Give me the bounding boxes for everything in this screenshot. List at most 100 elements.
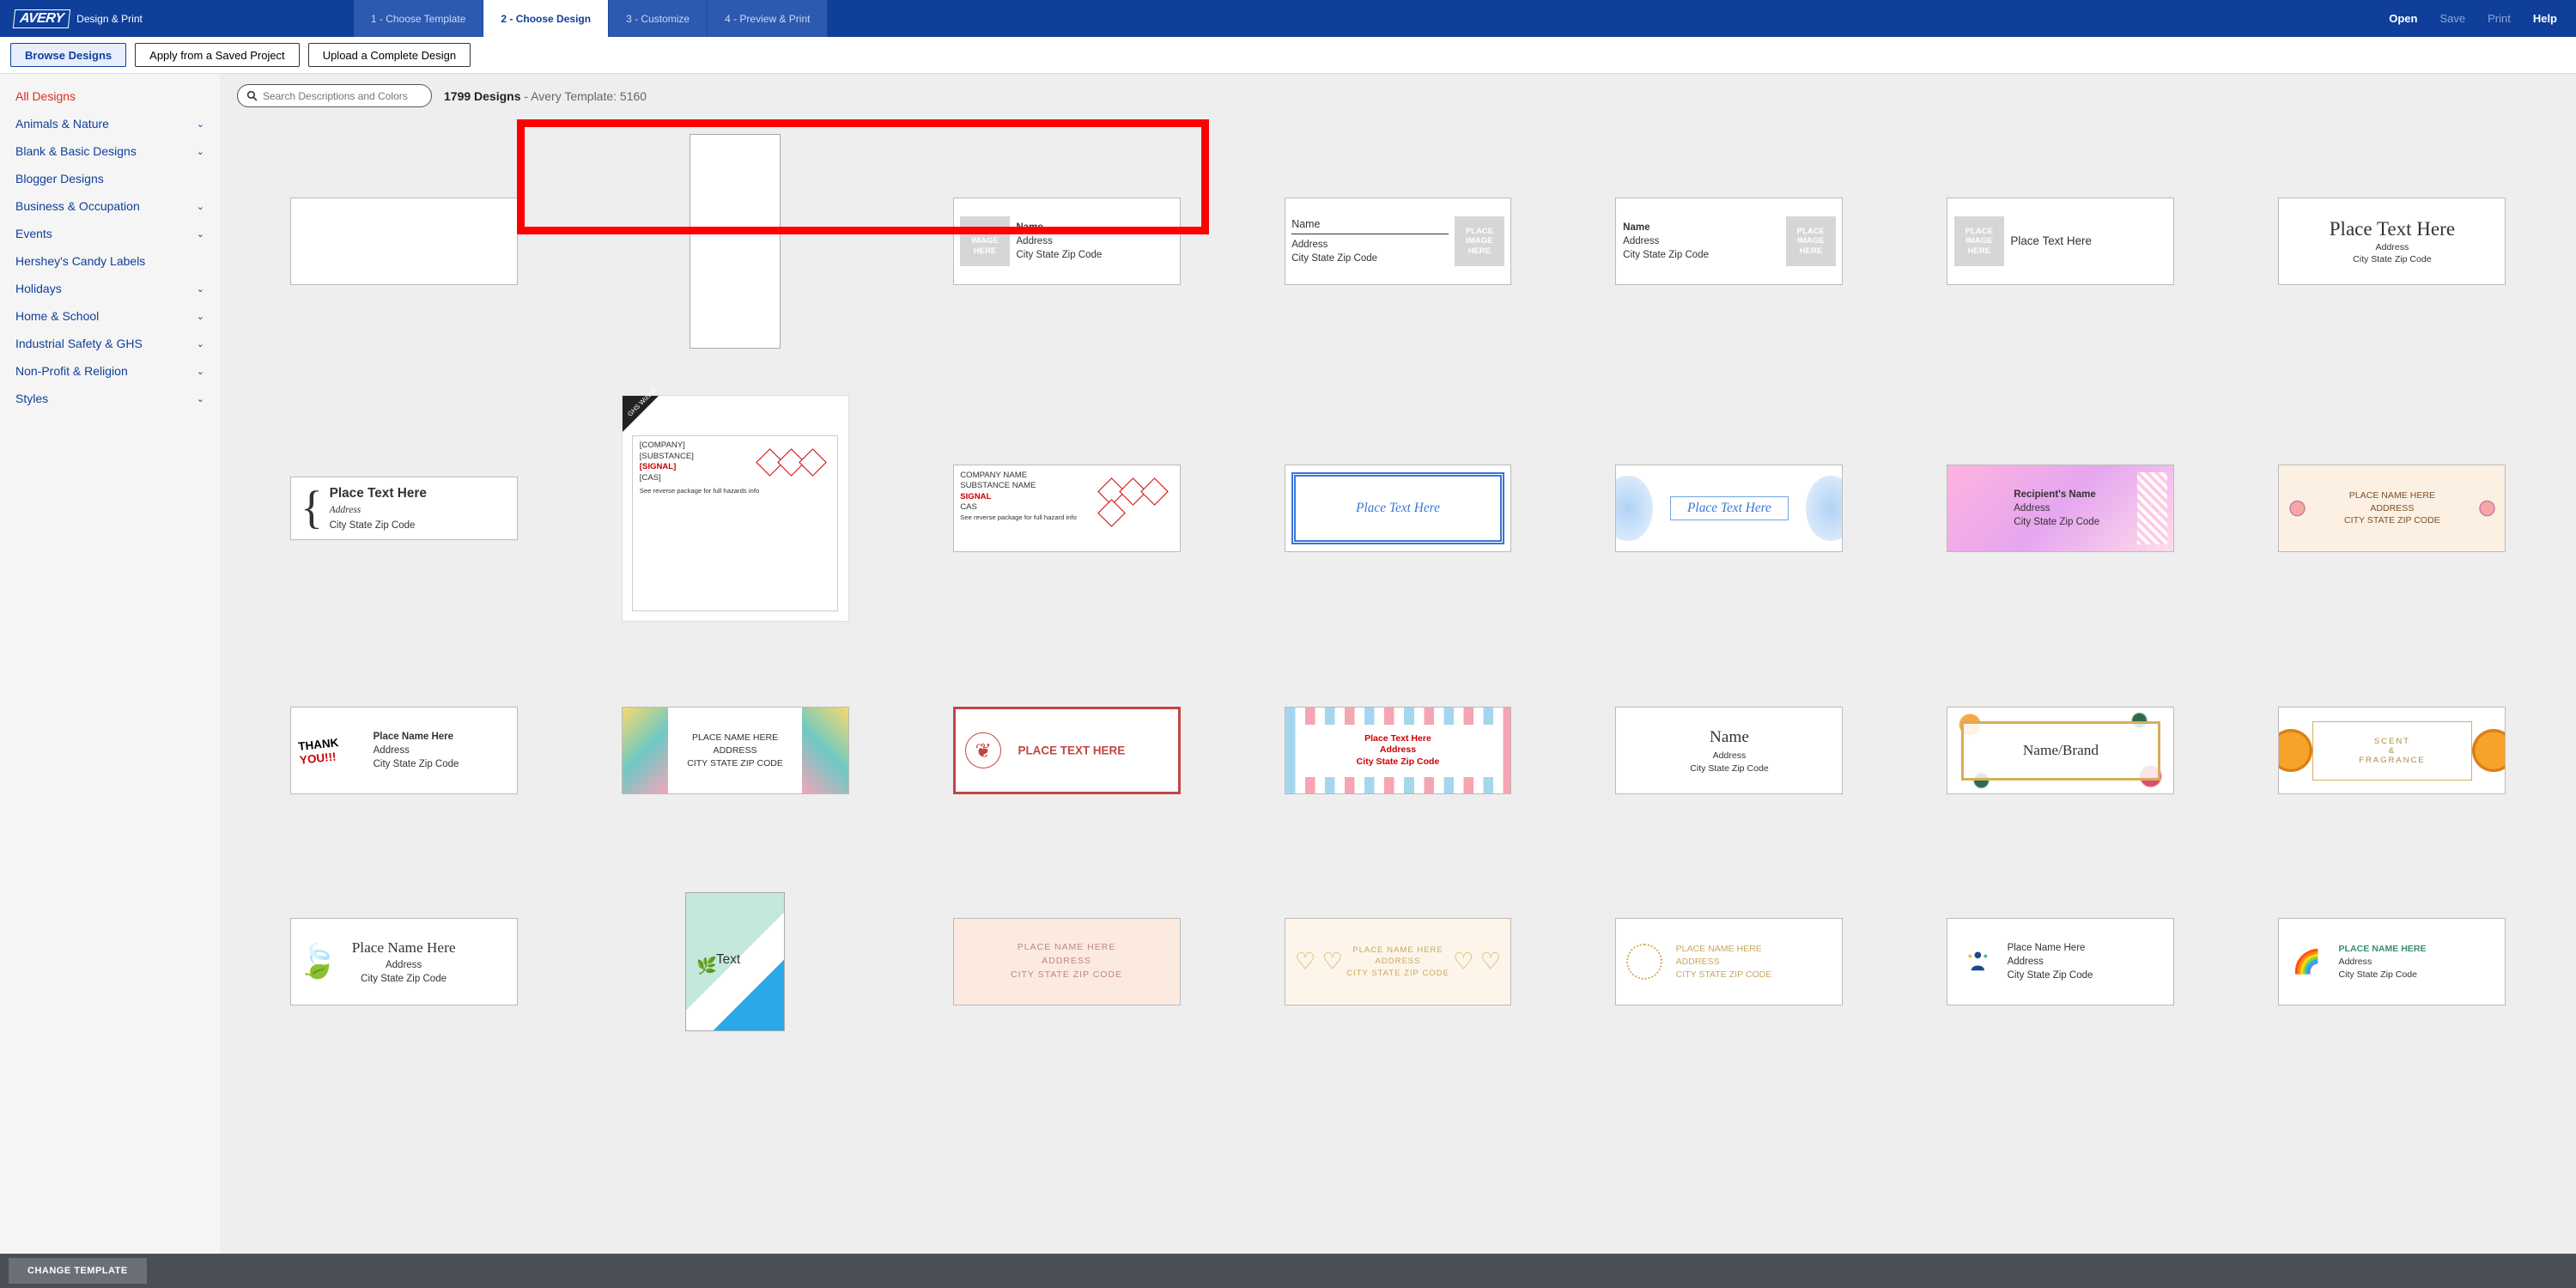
chevron-down-icon: ⌄	[197, 146, 204, 157]
wizard-steps: 1 - Choose Template 2 - Choose Design 3 …	[354, 0, 829, 37]
design-person-logo[interactable]: Place Name HereAddressCity State Zip Cod…	[1910, 879, 2211, 1044]
change-template-button[interactable]: CHANGE TEMPLATE	[9, 1258, 147, 1284]
placeholder-image-icon: PLACE IMAGE HERE	[1786, 216, 1836, 266]
footer: CHANGE TEMPLATE	[0, 1254, 2576, 1288]
design-img-right-name-line[interactable]: NameAddressCity State Zip CodePLACE IMAG…	[1247, 159, 1548, 324]
sidebar-item-hersheys[interactable]: Hershey's Candy Labels⌄	[0, 247, 220, 275]
sidebar-item-all-designs[interactable]: All Designs⌄	[0, 82, 220, 110]
design-blank-vertical[interactable]	[584, 134, 885, 349]
design-img-left-address[interactable]: PLACE IMAGE HERENameAddressCity State Zi…	[915, 159, 1217, 324]
design-grid: PLACE IMAGE HERENameAddressCity State Zi…	[252, 134, 2543, 1044]
design-img-right-address[interactable]: NameAddressCity State Zip CodePLACE IMAG…	[1578, 159, 1880, 324]
help-action[interactable]: Help	[2533, 12, 2557, 25]
print-action[interactable]: Print	[2488, 12, 2511, 25]
step-4[interactable]: 4 - Preview & Print	[708, 0, 828, 37]
sidebar-item-industrial-ghs[interactable]: Industrial Safety & GHS ⌄	[0, 330, 220, 357]
rainbow-icon: 🌈	[2293, 948, 2321, 975]
design-blue-frame[interactable]: Place Text Here	[1247, 426, 1548, 591]
design-stripes[interactable]: Place Text HereAddressCity State Zip Cod…	[1247, 668, 1548, 833]
chevron-down-icon: ⌄	[197, 201, 204, 212]
sidebar-item-animals-nature[interactable]: Animals & Nature ⌄	[0, 110, 220, 137]
design-source-tabs: Browse Designs Apply from a Saved Projec…	[0, 37, 2576, 74]
sidebar-item-label: Hershey's Candy Labels	[15, 254, 145, 268]
search-box[interactable]	[237, 84, 432, 107]
sidebar-item-label: Blank & Basic Designs	[15, 144, 137, 158]
step-3[interactable]: 3 - Customize	[609, 0, 708, 37]
sidebar-item-label: Business & Occupation	[15, 199, 140, 213]
design-brace-text[interactable]: {Place Text HereAddressCity State Zip Co…	[252, 426, 554, 591]
design-botanical-frame[interactable]: Name/Brand	[1910, 668, 2211, 833]
sidebar-item-label: Home & School	[15, 309, 99, 323]
sidebar-item-label: All Designs	[15, 89, 76, 103]
sidebar-item-holidays[interactable]: Holidays ⌄	[0, 275, 220, 302]
leaf-icon: 🌿	[696, 956, 717, 976]
sidebar-item-label: Animals & Nature	[15, 117, 109, 131]
wreath-icon	[1626, 944, 1662, 980]
save-action[interactable]: Save	[2439, 12, 2465, 25]
person-dots-icon	[1965, 949, 1991, 975]
sidebar-item-home-school[interactable]: Home & School ⌄	[0, 302, 220, 330]
step-1[interactable]: 1 - Choose Template	[354, 0, 484, 37]
content: 1799 Designs - Avery Template: 5160 PLAC…	[220, 74, 2576, 1254]
design-img-left-text[interactable]: PLACE IMAGE HEREPlace Text Here	[1910, 159, 2211, 324]
chevron-down-icon: ⌄	[197, 393, 204, 404]
chevron-down-icon: ⌄	[197, 338, 204, 349]
design-ghs-wizard[interactable]: GHS Wizard[COMPANY][SUBSTANCE][SIGNAL][C…	[584, 395, 885, 623]
design-thank-you[interactable]: THANKYOU!!!Place Name HereAddressCity St…	[252, 668, 554, 833]
sidebar-item-blank-basic[interactable]: Blank & Basic Designs ⌄	[0, 137, 220, 165]
sidebar-item-label: Blogger Designs	[15, 172, 104, 185]
design-tropical-leaf[interactable]: 🍃Place Name HereAddressCity State Zip Co…	[252, 879, 554, 1044]
sidebar-item-nonprofit[interactable]: Non-Profit & Religion ⌄	[0, 357, 220, 385]
feather-icon	[965, 732, 1001, 769]
apply-saved-tab[interactable]: Apply from a Saved Project	[135, 43, 300, 67]
step-2[interactable]: 2 - Choose Design	[483, 0, 609, 37]
browse-designs-tab[interactable]: Browse Designs	[10, 43, 126, 67]
design-gold-wreath[interactable]: PLACE NAME HEREADDRESSCITY STATE ZIP COD…	[1578, 879, 1880, 1044]
design-grid-scroll[interactable]: PLACE IMAGE HERENameAddressCity State Zi…	[220, 118, 2576, 1254]
results-count: 1799 Designs - Avery Template: 5160	[444, 89, 647, 103]
sidebar-item-blogger[interactable]: Blogger Designs⌄	[0, 165, 220, 192]
design-mint-diagonal[interactable]: 🌿Text	[584, 879, 885, 1044]
design-cursive-header-address[interactable]: Place Text HereAddressCity State Zip Cod…	[2241, 159, 2543, 324]
design-geometric[interactable]: PLACE NAME HEREADDRESSCITY STATE ZIP COD…	[584, 668, 885, 833]
design-ghs-label[interactable]: COMPANY NAMESUBSTANCE NAMESIGNALCASSee r…	[915, 426, 1217, 591]
chevron-down-icon: ⌄	[197, 118, 204, 130]
design-blank-horizontal[interactable]	[252, 159, 554, 324]
design-script-name[interactable]: NameAddressCity State Zip Code	[1578, 668, 1880, 833]
design-rose-dust[interactable]: PLACE NAME HEREADDRESSCITY STATE ZIP COD…	[915, 879, 1217, 1044]
category-sidebar[interactable]: All Designs⌄ Animals & Nature⌄ Blank & B…	[0, 74, 220, 1254]
sidebar-item-styles[interactable]: Styles ⌄	[0, 385, 220, 412]
design-red-feather[interactable]: Place Text Here	[915, 668, 1217, 833]
chevron-down-icon: ⌄	[197, 366, 204, 377]
upload-design-tab[interactable]: Upload a Complete Design	[308, 43, 471, 67]
topbar-actions: Open Save Print Help	[2389, 0, 2576, 37]
topbar: AVERY Design & Print 1 - Choose Template…	[0, 0, 2576, 37]
open-action[interactable]: Open	[2389, 12, 2417, 25]
chevron-down-icon: ⌄	[197, 311, 204, 322]
sidebar-item-events[interactable]: Events ⌄	[0, 220, 220, 247]
design-citrus-scent[interactable]: SCENT&FRAGRANCE	[2241, 668, 2543, 833]
search-input[interactable]	[263, 90, 422, 102]
sidebar-item-label: Events	[15, 227, 52, 240]
sidebar-item-label: Holidays	[15, 282, 62, 295]
product-name: Design & Print	[76, 13, 143, 25]
placeholder-image-icon: PLACE IMAGE HERE	[1455, 216, 1504, 266]
placeholder-image-icon: PLACE IMAGE HERE	[960, 216, 1010, 266]
design-pink-gradient[interactable]: Recipient's NameAddressCity State Zip Co…	[1910, 426, 2211, 591]
design-floral-peach[interactable]: PLACE NAME HEREADDRESSCITY STATE ZIP COD…	[2241, 426, 2543, 591]
sidebar-item-label: Non-Profit & Religion	[15, 364, 128, 378]
sidebar-item-label: Styles	[15, 392, 48, 405]
search-icon	[246, 90, 258, 101]
placeholder-image-icon: PLACE IMAGE HERE	[1954, 216, 2004, 266]
design-gold-hearts[interactable]: PLACE NAME HEREADDRESSCITY STATE ZIP COD…	[1247, 879, 1548, 1044]
chevron-down-icon: ⌄	[197, 283, 204, 295]
design-blue-leaf-frame[interactable]: Place Text Here	[1578, 426, 1880, 591]
sidebar-item-label: Industrial Safety & GHS	[15, 337, 143, 350]
logo: AVERY	[13, 9, 70, 28]
main: All Designs⌄ Animals & Nature⌄ Blank & B…	[0, 74, 2576, 1254]
sidebar-item-business[interactable]: Business & Occupation ⌄	[0, 192, 220, 220]
design-rainbow[interactable]: 🌈PLACE NAME HEREAddressCity State Zip Co…	[2241, 879, 2543, 1044]
chevron-down-icon: ⌄	[197, 228, 204, 240]
logo-block: AVERY Design & Print	[0, 0, 156, 37]
content-header: 1799 Designs - Avery Template: 5160	[220, 74, 2576, 118]
